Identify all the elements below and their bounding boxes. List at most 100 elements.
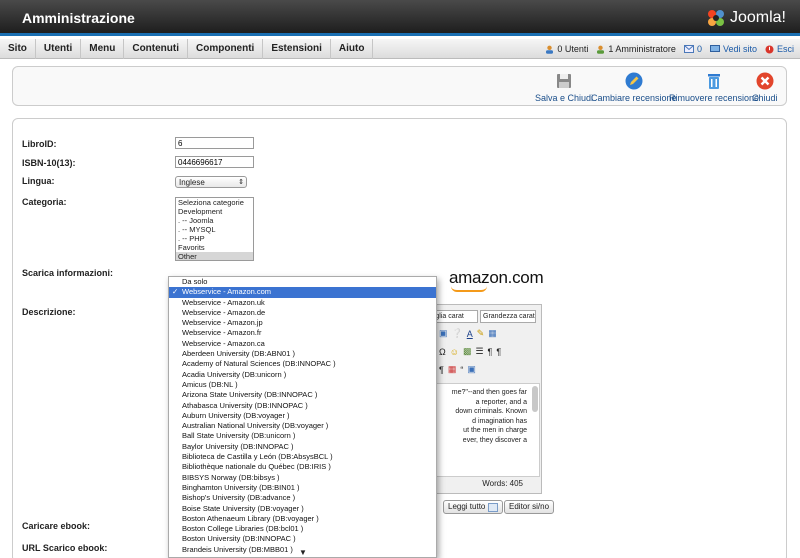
remove-review-button[interactable]: Rimuovere recensione <box>669 71 759 103</box>
dropdown-option-label: Webservice - Amazon.fr <box>182 328 262 338</box>
dropdown-option[interactable]: Boise State University (DB:voyager ) <box>169 504 436 514</box>
font-color-icon[interactable]: A <box>467 329 473 339</box>
dropdown-option[interactable]: Binghamton University (DB:BIN01 ) <box>169 483 436 493</box>
view-site-label: Vedi sito <box>722 44 757 54</box>
monitor-icon <box>709 45 720 52</box>
dropdown-option[interactable]: Webservice - Amazon.fr <box>169 328 436 338</box>
editor-toolbar-row1: ▣ ❔ A ✎ ▦ <box>439 328 497 339</box>
help-icon[interactable]: ❔ <box>452 328 463 339</box>
highlight-icon[interactable]: ✎ <box>477 328 485 339</box>
dropdown-option[interactable]: Boston Athenaeum Library (DB:voyager ) <box>169 514 436 524</box>
save-close-button[interactable]: Salva e Chiudi <box>535 71 593 103</box>
dropdown-option-label: Academy of Natural Sciences (DB:INNOPAC … <box>182 359 336 369</box>
dropdown-option[interactable]: Baylor University (DB:INNOPAC ) <box>169 442 436 452</box>
menu-item-menu[interactable]: Menu <box>81 39 125 59</box>
logout-icon <box>765 45 774 53</box>
dropdown-option[interactable]: Webservice - Amazon.de <box>169 308 436 318</box>
amazon-logo: amazon.com <box>449 268 544 292</box>
online-admins[interactable]: 1 Amministratore <box>596 44 676 54</box>
editor-text-line: ut the men in charge <box>463 427 527 434</box>
view-site-link[interactable]: Vedi sito <box>709 44 757 54</box>
dropdown-option-label: Webservice - Amazon.jp <box>182 318 263 328</box>
scroll-down-arrow-icon[interactable]: ▼ <box>299 549 307 557</box>
ltr-icon[interactable]: ¶ <box>488 347 493 357</box>
abbr-icon[interactable]: ▦ <box>448 364 457 375</box>
dropdown-option[interactable]: Webservice - Amazon.uk <box>169 298 436 308</box>
read-all-button[interactable]: Leggi tutto <box>443 500 504 514</box>
menu-item-sito[interactable]: Sito <box>0 39 36 59</box>
emoticon-icon[interactable]: ☺ <box>450 347 459 357</box>
language-select[interactable]: Inglese ⇕ <box>175 176 247 188</box>
dropdown-option-label: Ball State University (DB:unicorn ) <box>182 431 296 441</box>
online-users[interactable]: 0 Utenti <box>545 44 588 54</box>
quote-icon[interactable]: “ <box>460 365 463 375</box>
category-option[interactable]: Favorits <box>176 243 253 252</box>
dropdown-option[interactable]: Aberdeen University (DB:ABN01 ) <box>169 349 436 359</box>
book-id-input[interactable] <box>175 137 254 149</box>
dropdown-option[interactable]: Auburn University (DB:voyager ) <box>169 411 436 421</box>
dropdown-option[interactable]: Acadia University (DB:unicorn ) <box>169 370 436 380</box>
menu-item-estensioni[interactable]: Estensioni <box>263 39 331 59</box>
menu-item-componenti[interactable]: Componenti <box>188 39 264 59</box>
logout-link[interactable]: Esci <box>765 44 794 54</box>
dropdown-option[interactable]: ✓ Webservice - Amazon.com <box>169 287 436 298</box>
online-admins-label: 1 Amministratore <box>608 44 676 54</box>
menu-item-contenuti[interactable]: Contenuti <box>124 39 188 59</box>
category-listbox[interactable]: Seleziona categorie Development. -- Jooml… <box>175 197 254 261</box>
dropdown-option[interactable]: Amicus (DB:NL ) <box>169 380 436 390</box>
media-icon[interactable]: ▩ <box>463 346 472 357</box>
dropdown-option-label: Boise State University (DB:voyager ) <box>182 503 304 513</box>
description-editor: miglia carat Grandezza carat ▣ ❔ A ✎ ▦ Ω… <box>425 304 542 494</box>
omega-icon[interactable]: Ω <box>439 347 446 357</box>
menu-item-utenti[interactable]: Utenti <box>36 39 82 59</box>
category-option[interactable]: . -- MYSQL <box>176 225 253 234</box>
dropdown-option[interactable]: Bishop's University (DB:advance ) <box>169 493 436 503</box>
dropdown-option[interactable]: Ball State University (DB:unicorn ) <box>169 431 436 441</box>
dropdown-option[interactable]: Biblioteca de Castilla y León (DB:AbsysB… <box>169 452 436 462</box>
dropdown-option[interactable]: Bibliothèque nationale du Québec (DB:IRI… <box>169 462 436 472</box>
edit-pencil-icon <box>624 71 644 91</box>
font-size-select[interactable]: Grandezza carat <box>480 310 536 323</box>
dropdown-option[interactable]: Webservice - Amazon.ca <box>169 339 436 349</box>
category-label: Categoria: <box>22 197 67 207</box>
dropdown-option[interactable]: Arizona State University (DB:INNOPAC ) <box>169 390 436 400</box>
list-icon[interactable]: ☰ <box>475 346 483 357</box>
download-source-dropdown[interactable]: Da solo ✓ Webservice - Amazon.com Webservic… <box>168 276 437 558</box>
paragraph-icon[interactable]: ¶ <box>439 365 444 375</box>
dropdown-option[interactable]: BIBSYS Norway (DB:bibsys ) <box>169 473 436 483</box>
template-icon[interactable]: ▣ <box>467 364 476 375</box>
dropdown-option-label: Acadia University (DB:unicorn ) <box>182 369 287 379</box>
category-option[interactable]: Seleziona categorie <box>176 198 253 207</box>
messages-count: 0 <box>696 44 702 54</box>
dropdown-option[interactable]: Australian National University (DB:voyag… <box>169 421 436 431</box>
dropdown-option[interactable]: Academy of Natural Sciences (DB:INNOPAC … <box>169 359 436 369</box>
editor-content-area[interactable]: me?"--and then goes far a reporter, and a… <box>433 383 540 477</box>
status-area: 0 Utenti 1 Amministratore 0 Vedi sito Es… <box>545 39 794 59</box>
table-icon[interactable]: ▦ <box>488 328 497 339</box>
dropdown-option[interactable]: Boston College Libraries (DB:bcl01 ) <box>169 524 436 534</box>
editor-text-line: d imagination has <box>472 417 527 425</box>
editor-toggle-button[interactable]: Editor si/no <box>504 500 555 514</box>
category-option[interactable]: Other <box>176 252 253 260</box>
joomla-logo: Joomla! <box>706 8 786 28</box>
isbn-label: ISBN-10(13): <box>22 158 76 168</box>
dropdown-option[interactable]: Boston University (DB:INNOPAC ) <box>169 534 436 544</box>
dropdown-option[interactable]: Da solo <box>169 277 436 287</box>
select-arrows-icon: ⇕ <box>238 179 244 186</box>
dropdown-option[interactable]: Athabasca University (DB:INNOPAC ) <box>169 401 436 411</box>
dropdown-option[interactable]: Webservice - Amazon.jp <box>169 318 436 328</box>
change-review-button[interactable]: Cambiare recensione <box>591 71 677 103</box>
isbn-input[interactable] <box>175 156 254 168</box>
language-value: Inglese <box>179 178 205 187</box>
image-icon[interactable]: ▣ <box>439 328 448 339</box>
close-button[interactable]: Chiudi <box>752 71 778 103</box>
messages[interactable]: 0 <box>683 44 702 54</box>
menu-item-aiuto[interactable]: Aiuto <box>331 39 374 59</box>
menu-bar: Sito Utenti Menu Contenuti Componenti Estensi… <box>0 39 800 59</box>
dropdown-option-label: Aberdeen University (DB:ABN01 ) <box>182 349 295 359</box>
category-option[interactable]: Development <box>176 207 253 216</box>
category-option[interactable]: . -- Joomla <box>176 216 253 225</box>
rtl-icon[interactable]: ¶ <box>496 347 501 357</box>
category-option[interactable]: . -- PHP <box>176 234 253 243</box>
editor-scrollbar[interactable] <box>532 386 538 412</box>
